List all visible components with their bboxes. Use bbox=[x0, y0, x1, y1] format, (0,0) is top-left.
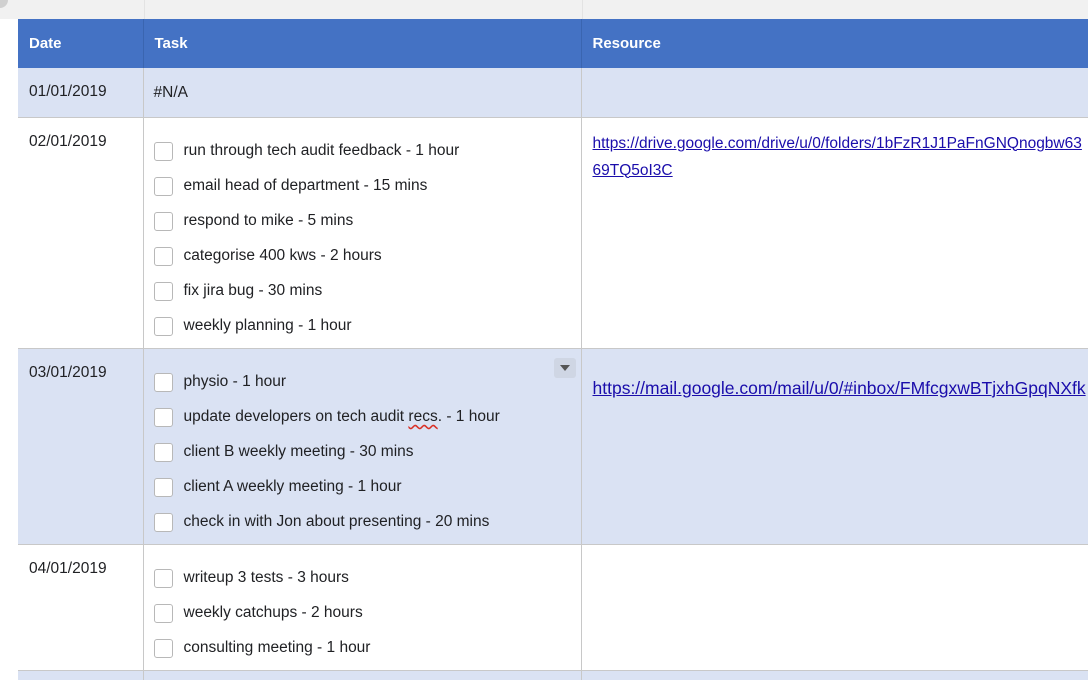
task-cell[interactable]: physio - 1 hour update developers on tec… bbox=[143, 348, 582, 545]
list-item: check in with Jon about presenting - 20 … bbox=[153, 505, 581, 540]
list-item: consulting meeting - 1 hour bbox=[153, 631, 581, 666]
list-item: weekly planning - 1 hour bbox=[153, 309, 581, 344]
header-row: Date Task Resource bbox=[18, 19, 1088, 68]
list-item: client B weekly meeting - 30 mins bbox=[153, 435, 581, 470]
resource-cell[interactable]: https://mail.google.com/mail/u/0/#inbox/… bbox=[581, 348, 1088, 545]
task-label: client B weekly meeting - 30 mins bbox=[183, 443, 414, 460]
task-label: email head of department - 15 mins bbox=[183, 177, 428, 194]
task-label: physio - 1 hour bbox=[183, 373, 287, 390]
resource-cell[interactable]: https://drive.google.com/drive/u/0/folde… bbox=[581, 117, 1088, 349]
table-row: 01/01/2019 #N/A bbox=[18, 68, 1088, 118]
list-item: client A weekly meeting - 1 hour bbox=[153, 470, 581, 505]
task-label: update developers on tech audit recs. - … bbox=[184, 408, 500, 426]
list-item: update developers on tech audit recs. - … bbox=[153, 400, 581, 435]
date-cell[interactable] bbox=[18, 670, 144, 680]
task-label: run through tech audit feedback - 1 hour bbox=[183, 142, 460, 159]
list-item: writeup 3 tests - 3 hours bbox=[153, 561, 581, 596]
list-item: weekly catchups - 2 hours bbox=[153, 596, 581, 631]
checkbox-icon[interactable] bbox=[153, 372, 173, 392]
task-cell[interactable] bbox=[143, 670, 582, 680]
task-label: fix jira bug - 30 mins bbox=[183, 282, 323, 299]
checkbox-icon[interactable] bbox=[153, 211, 173, 231]
date-cell[interactable]: 01/01/2019 bbox=[18, 68, 144, 118]
table-row: 02/01/2019 run through tech audit feedba… bbox=[18, 117, 1088, 349]
resource-cell[interactable] bbox=[581, 68, 1088, 118]
checkbox-icon[interactable] bbox=[153, 442, 173, 462]
task-label: client A weekly meeting - 1 hour bbox=[183, 478, 402, 495]
table-row: 03/01/2019 physio - 1 hour update develo… bbox=[18, 348, 1088, 545]
task-checklist: physio - 1 hour update developers on tec… bbox=[153, 365, 581, 540]
task-cell[interactable]: #N/A bbox=[143, 68, 582, 118]
chevron-down-icon bbox=[559, 364, 570, 371]
task-label-post: . - 1 hour bbox=[437, 408, 500, 425]
checkbox-icon[interactable] bbox=[153, 246, 173, 266]
drive-folder-link[interactable]: https://drive.google.com/drive/u/0/folde… bbox=[593, 130, 1088, 184]
header-task[interactable]: Task bbox=[143, 19, 582, 68]
task-label: check in with Jon about presenting - 20 … bbox=[183, 513, 490, 530]
checkbox-icon[interactable] bbox=[153, 477, 173, 497]
column-header-strip bbox=[0, 0, 1088, 19]
task-checklist: writeup 3 tests - 3 hours weekly catchup… bbox=[153, 561, 581, 666]
table-row bbox=[18, 670, 1088, 680]
task-checklist: run through tech audit feedback - 1 hour… bbox=[153, 134, 581, 344]
header-date[interactable]: Date bbox=[18, 19, 144, 68]
resource-cell[interactable] bbox=[581, 670, 1088, 680]
spreadsheet-grid: Date Task Resource 01/01/2019 #N/A 02/01… bbox=[18, 19, 1088, 680]
task-table: Date Task Resource 01/01/2019 #N/A 02/01… bbox=[18, 19, 1088, 680]
checkbox-icon[interactable] bbox=[153, 407, 173, 427]
spellcheck-flag[interactable]: recs bbox=[408, 408, 437, 425]
list-item: categorise 400 kws - 2 hours bbox=[153, 239, 581, 274]
task-label-pre: update developers on tech audit bbox=[183, 408, 409, 425]
task-label: weekly planning - 1 hour bbox=[183, 317, 352, 334]
resource-cell[interactable] bbox=[581, 544, 1088, 671]
list-item: run through tech audit feedback - 1 hour bbox=[153, 134, 581, 169]
task-cell[interactable]: writeup 3 tests - 3 hours weekly catchup… bbox=[143, 544, 582, 671]
list-item: email head of department - 15 mins bbox=[153, 169, 581, 204]
error-value: #N/A bbox=[153, 84, 188, 101]
task-label: writeup 3 tests - 3 hours bbox=[183, 569, 349, 586]
header-resource[interactable]: Resource bbox=[581, 19, 1088, 68]
checkbox-icon[interactable] bbox=[153, 316, 173, 336]
task-label: consulting meeting - 1 hour bbox=[183, 639, 371, 656]
task-label: respond to mike - 5 mins bbox=[183, 212, 354, 229]
checkbox-icon[interactable] bbox=[153, 176, 173, 196]
table-row: 04/01/2019 writeup 3 tests - 3 hours wee… bbox=[18, 544, 1088, 671]
checkbox-icon[interactable] bbox=[153, 568, 173, 588]
list-item: physio - 1 hour bbox=[153, 365, 581, 400]
cell-dropdown-button[interactable] bbox=[553, 357, 576, 378]
date-cell[interactable]: 04/01/2019 bbox=[18, 544, 144, 671]
checkbox-icon[interactable] bbox=[153, 512, 173, 532]
task-label: categorise 400 kws - 2 hours bbox=[183, 247, 382, 264]
task-label: weekly catchups - 2 hours bbox=[183, 604, 363, 621]
checkbox-icon[interactable] bbox=[153, 141, 173, 161]
date-cell[interactable]: 02/01/2019 bbox=[18, 117, 144, 349]
list-item: respond to mike - 5 mins bbox=[153, 204, 581, 239]
checkbox-icon[interactable] bbox=[153, 638, 173, 658]
list-item: fix jira bug - 30 mins bbox=[153, 274, 581, 309]
task-cell[interactable]: run through tech audit feedback - 1 hour… bbox=[143, 117, 582, 349]
date-cell[interactable]: 03/01/2019 bbox=[18, 348, 144, 545]
checkbox-icon[interactable] bbox=[153, 281, 173, 301]
mail-link[interactable]: https://mail.google.com/mail/u/0/#inbox/… bbox=[593, 375, 1088, 402]
checkbox-icon[interactable] bbox=[153, 603, 173, 623]
